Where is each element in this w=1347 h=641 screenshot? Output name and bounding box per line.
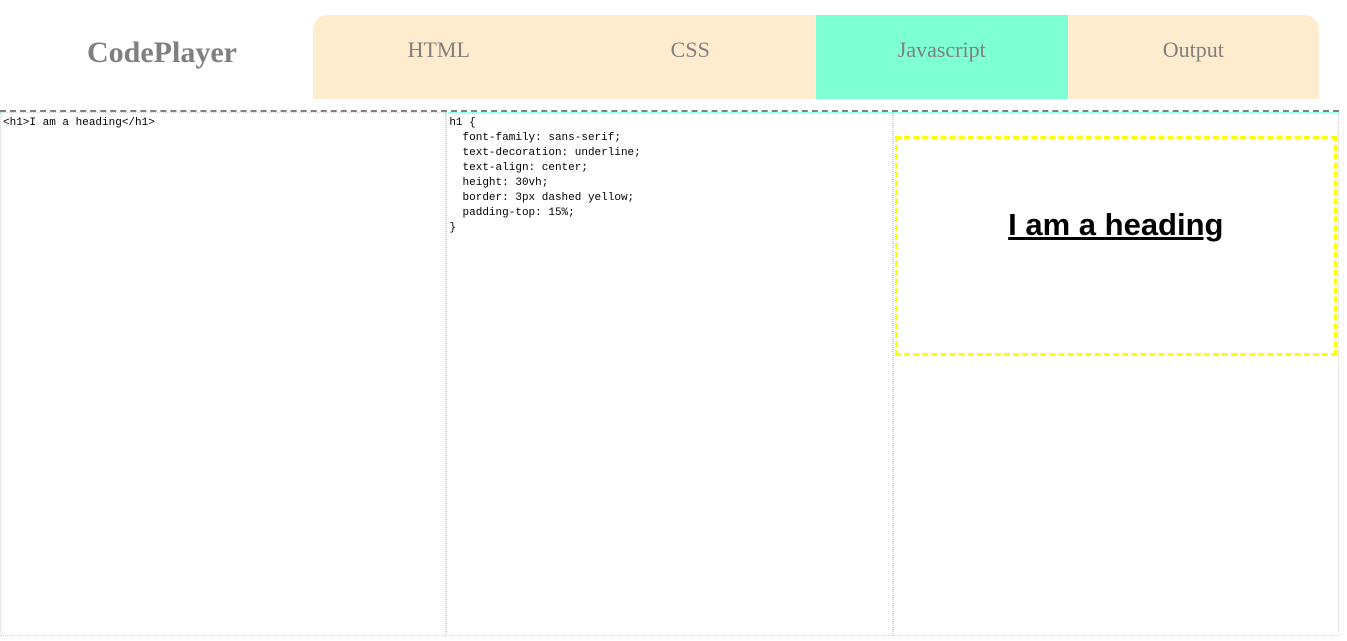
tab-html[interactable]: HTML [313,15,565,99]
header: CodePlayer HTML CSS Javascript Output [0,0,1347,100]
html-editor[interactable] [1,113,446,635]
panels: I am a heading [0,110,1339,638]
tab-output[interactable]: Output [1068,15,1320,99]
logo: CodePlayer [87,36,237,69]
output-panel: I am a heading [892,112,1339,636]
html-panel [0,112,447,636]
tab-css[interactable]: CSS [565,15,817,99]
output-heading: I am a heading [894,136,1337,356]
tab-javascript[interactable]: Javascript [816,15,1068,99]
css-panel [446,112,893,636]
css-editor[interactable] [447,113,892,635]
tab-bar: HTML CSS Javascript Output [313,15,1319,99]
